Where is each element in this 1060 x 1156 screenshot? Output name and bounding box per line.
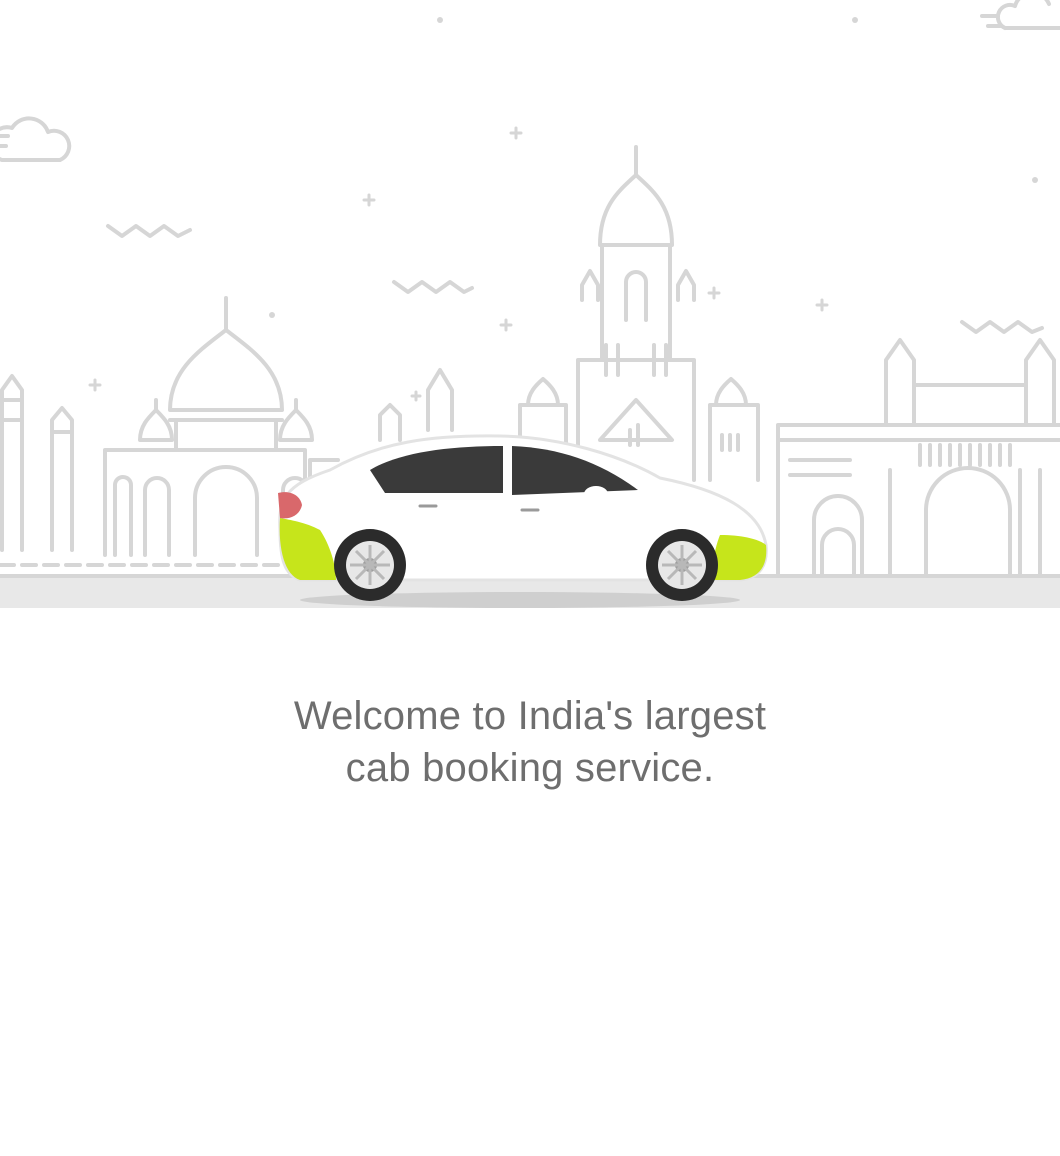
welcome-message: Welcome to India's largest cab booking s… bbox=[0, 690, 1060, 794]
city-skyline-illustration bbox=[0, 0, 1060, 608]
bird-icon bbox=[106, 224, 192, 238]
bird-icon bbox=[960, 320, 1044, 334]
gateway-arch-icon bbox=[776, 338, 1060, 580]
welcome-line-1: Welcome to India's largest bbox=[293, 694, 767, 738]
cloud-icon bbox=[980, 0, 1060, 30]
cloud-icon bbox=[0, 116, 72, 162]
sparkle-icon bbox=[88, 126, 829, 402]
railway-terminus-icon bbox=[518, 145, 760, 482]
welcome-line-2: cab booking service. bbox=[345, 746, 715, 790]
bird-icon bbox=[392, 280, 474, 294]
